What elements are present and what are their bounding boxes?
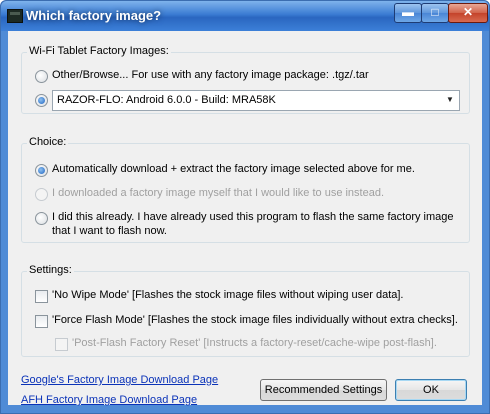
- other-browse-label[interactable]: Other/Browse... For use with any factory…: [52, 69, 369, 81]
- recommended-settings-button[interactable]: Recommended Settings: [260, 379, 387, 401]
- manual-download-label: I downloaded a factory image myself that…: [52, 187, 385, 199]
- wifi-images-group: Wi-Fi Tablet Factory Images: Other/Brows…: [21, 45, 470, 114]
- afh-factory-image-link[interactable]: AFH Factory Image Download Page: [21, 394, 197, 406]
- post-flash-reset-label: 'Post-Flash Factory Reset' [Instructs a …: [72, 337, 437, 349]
- force-flash-checkbox[interactable]: [35, 315, 48, 328]
- factory-image-select-value: RAZOR-FLO: Android 6.0.0 - Build: MRA58K: [57, 94, 276, 106]
- choice-group-label: Choice:: [27, 136, 69, 148]
- no-wipe-checkbox[interactable]: [35, 290, 48, 303]
- force-flash-label[interactable]: 'Force Flash Mode' [Flashes the stock im…: [52, 314, 458, 326]
- factory-image-select[interactable]: RAZOR-FLO: Android 6.0.0 - Build: MRA58K…: [52, 90, 460, 111]
- settings-group-label: Settings:: [27, 264, 74, 276]
- title-bar[interactable]: Which factory image? ▬ □ ✕: [1, 1, 489, 31]
- wifi-images-group-label: Wi-Fi Tablet Factory Images:: [27, 45, 171, 57]
- already-flashed-label-line2[interactable]: that I want to flash now.: [52, 225, 167, 237]
- auto-download-radio[interactable]: [35, 164, 48, 177]
- close-button[interactable]: ✕: [448, 3, 488, 23]
- post-flash-reset-checkbox: [55, 338, 68, 351]
- already-flashed-label-line1[interactable]: I did this already. I have already used …: [52, 211, 454, 223]
- minimize-button[interactable]: ▬: [394, 3, 422, 23]
- google-factory-image-link[interactable]: Google's Factory Image Download Page: [21, 374, 218, 386]
- manual-download-radio: [35, 188, 48, 201]
- dialog-client-area: Wi-Fi Tablet Factory Images: Other/Brows…: [8, 31, 482, 406]
- factory-image-radio[interactable]: [35, 94, 48, 107]
- settings-group: Settings: 'No Wipe Mode' [Flashes the st…: [21, 264, 470, 357]
- already-flashed-radio[interactable]: [35, 212, 48, 225]
- maximize-button[interactable]: □: [421, 3, 449, 23]
- window-title: Which factory image?: [26, 8, 162, 23]
- choice-group: Choice: Automatically download + extract…: [21, 136, 470, 243]
- chevron-down-icon[interactable]: ▼: [442, 92, 458, 107]
- ok-button[interactable]: OK: [395, 379, 467, 401]
- dialog-window: Which factory image? ▬ □ ✕ Wi-Fi Tablet …: [0, 0, 490, 414]
- no-wipe-label[interactable]: 'No Wipe Mode' [Flashes the stock image …: [52, 289, 403, 301]
- auto-download-label[interactable]: Automatically download + extract the fac…: [52, 163, 415, 175]
- other-browse-radio[interactable]: [35, 70, 48, 83]
- app-icon: [7, 9, 23, 23]
